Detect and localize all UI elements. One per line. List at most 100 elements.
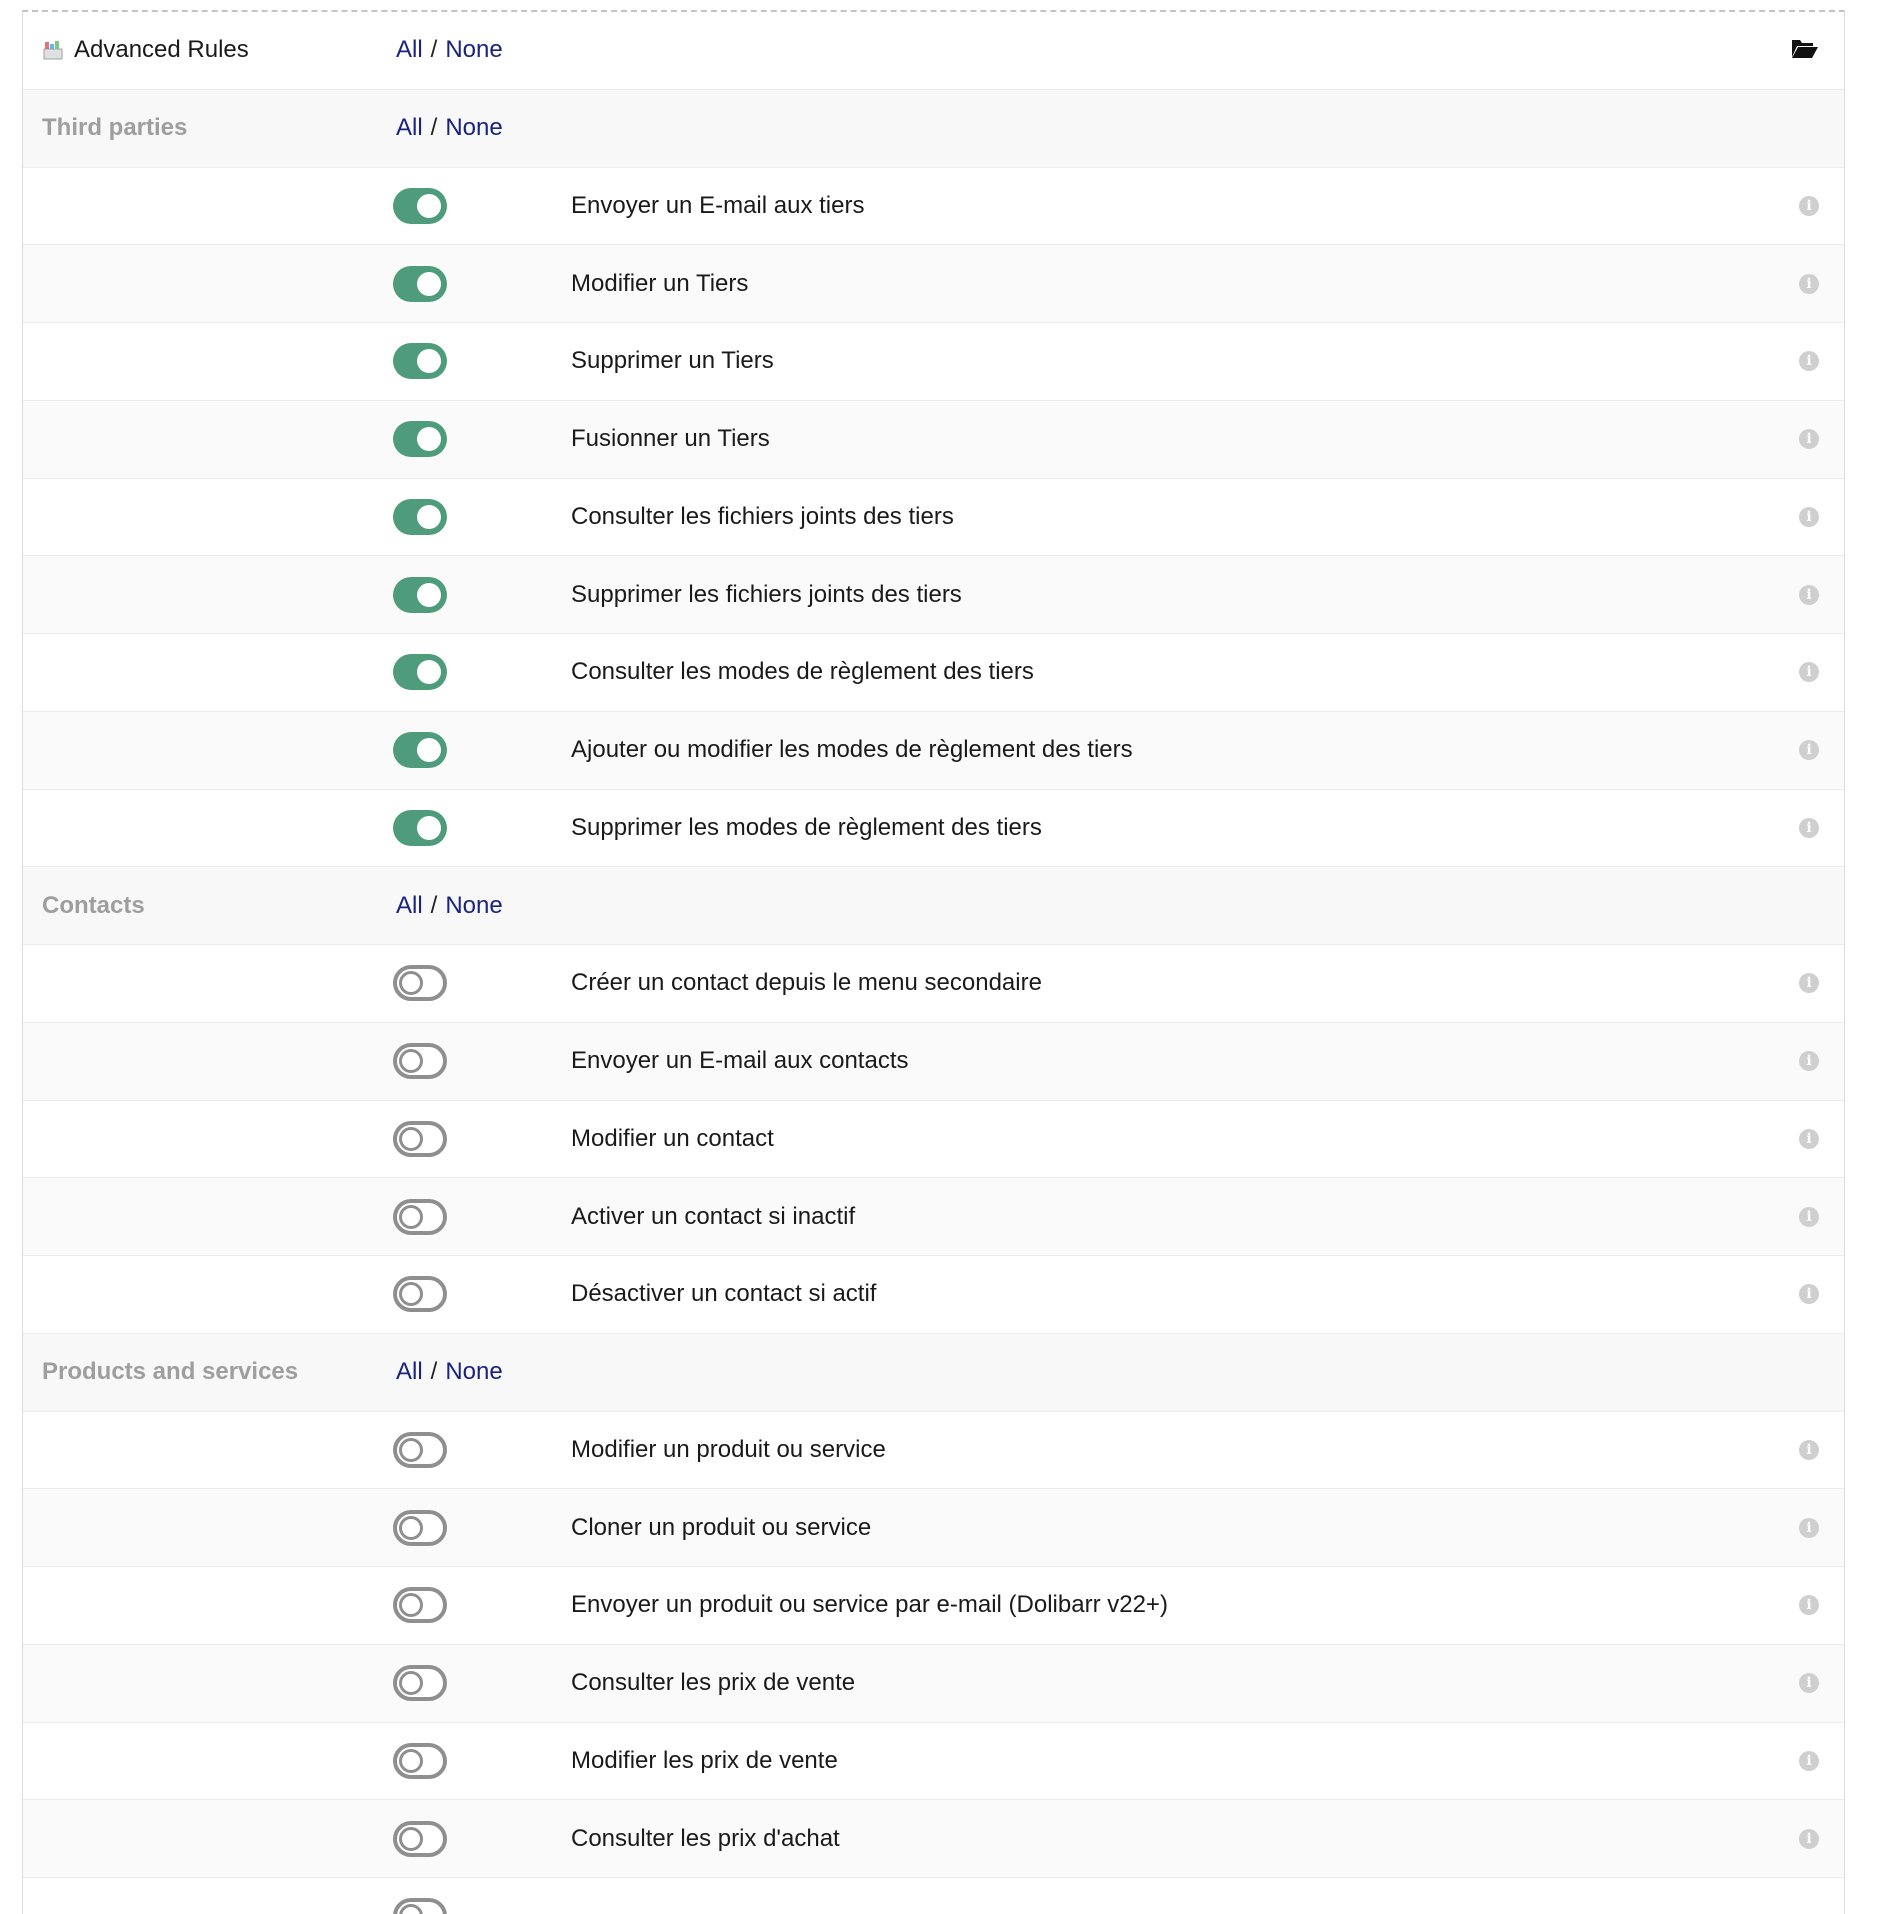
rule-info-cell: i [1799,168,1819,245]
all-none-separator: / [430,36,438,64]
rule-info-cell: i [1799,556,1819,633]
all-none-separator: / [430,114,438,142]
rule-info-cell: i [1799,1178,1819,1255]
group-select-none-link[interactable]: None [445,114,502,142]
rule-label: Supprimer un Tiers [571,347,774,375]
header-title-cell: Advanced Rules [42,12,249,89]
all-none-separator: / [430,891,438,919]
rule-toggle-switch[interactable] [393,498,447,535]
group-select-all-link[interactable]: All [396,1358,423,1386]
info-icon[interactable]: i [1799,195,1819,216]
rule-toggle-switch[interactable] [393,1665,447,1702]
folder-open-icon[interactable] [1791,37,1819,64]
info-icon[interactable]: i [1799,740,1819,761]
group-title-cell: Contacts [42,867,145,944]
info-icon[interactable]: i [1799,1595,1819,1616]
group-select-all-link[interactable]: All [396,114,423,142]
rule-label-cell: Envoyer un produit ou service par e-mail… [571,1567,1168,1644]
select-all-link[interactable]: All [396,36,423,64]
info-icon[interactable]: i [1799,1517,1819,1538]
rule-label: Consulter les modes de règlement des tie… [571,658,1034,686]
info-icon[interactable]: i [1799,1828,1819,1849]
rule-toggle-switch[interactable] [393,1587,447,1624]
info-icon[interactable]: i [1799,584,1819,605]
rule-label-cell: Fusionner un Tiers [571,401,770,478]
rule-label: Supprimer les fichiers joints des tiers [571,580,962,608]
rule-toggle-switch[interactable] [393,187,447,224]
rule-label-cell: Créer un contact depuis le menu secondai… [571,945,1042,1022]
rule-toggle-switch[interactable] [393,1898,447,1914]
info-icon[interactable]: i [1799,1673,1819,1694]
group-title-cell: Products and services [42,1334,298,1411]
group-select-all-link[interactable]: All [396,892,423,920]
all-none-separator: / [430,1358,438,1386]
info-icon[interactable]: i [1799,1206,1819,1227]
rule-info-cell: i [1799,1723,1819,1800]
rule-label-cell: Désactiver un contact si actif [571,1256,876,1333]
rule-toggle-switch[interactable] [393,1431,447,1468]
rule-toggle-switch[interactable] [393,576,447,613]
rule-label-cell: Modifier un Tiers [571,245,748,322]
info-icon[interactable]: i [1799,1051,1819,1072]
rule-label-cell: Envoyer un E-mail aux contacts [571,1023,909,1100]
rule-switch-cell [393,945,447,1022]
rule-label: Envoyer un E-mail aux contacts [571,1047,909,1075]
info-icon[interactable]: i [1799,429,1819,450]
rule-info-cell: i [1799,1567,1819,1644]
rule-label: Désactiver un contact si actif [571,1280,877,1308]
rule-row: Envoyer un E-mail aux tiers i [23,168,1844,246]
info-icon[interactable]: i [1799,351,1819,372]
rule-toggle-switch[interactable] [393,1509,447,1546]
group-select-none-link[interactable]: None [445,892,502,920]
rule-label: Cloner un produit ou service [571,1513,872,1541]
rule-label: Modifier un Tiers [571,269,749,297]
rule-switch-cell [393,1412,447,1489]
rule-info-cell: i [1799,479,1819,556]
info-icon[interactable]: i [1799,662,1819,683]
rule-row: Ajouter ou modifier les modes de règleme… [23,711,1844,790]
rule-toggle-switch[interactable] [393,1742,447,1779]
info-icon[interactable]: i [1799,1750,1819,1771]
info-icon[interactable]: i [1799,973,1819,994]
info-icon[interactable]: i [1799,273,1819,294]
group-title: Third parties [42,114,188,142]
rule-label: Modifier les prix de vente [571,1746,838,1774]
rule-toggle-switch[interactable] [393,1120,447,1157]
select-none-link[interactable]: None [445,36,502,64]
rule-toggle-switch[interactable] [393,421,447,458]
rule-row: Modifier un contact i [23,1101,1844,1179]
rule-toggle-switch[interactable] [393,654,447,691]
rule-label-cell: Supprimer un Tiers [571,323,774,400]
rule-switch-cell [393,245,447,322]
rule-label: Envoyer un produit ou service par e-mail… [571,1591,1168,1619]
rule-row: Consulter les modes de règlement des tie… [23,634,1844,712]
rule-row: Consulter les prix d'achat i [23,1800,1844,1878]
rule-info-cell: i [1799,1489,1819,1566]
rule-info-cell: i [1799,401,1819,478]
rule-label-cell: Modifier un contact [571,1101,774,1178]
rule-toggle-switch[interactable] [393,965,447,1002]
info-icon[interactable]: i [1799,1439,1819,1460]
rule-info-cell: i [1799,790,1819,867]
rule-toggle-switch[interactable] [393,1198,447,1235]
group-all-none: All / None [396,1334,503,1411]
group-select-none-link[interactable]: None [445,1358,502,1386]
rule-row: Consulter les prix de vente i [23,1644,1844,1723]
rule-toggle-switch[interactable] [393,809,447,846]
rule-toggle-switch[interactable] [393,1276,447,1313]
rule-groups: Third parties All / None Envoyer un E-mail a… [23,89,1844,1914]
rule-label-cell: Supprimer les modes de règlement des tie… [571,790,1042,867]
info-icon[interactable]: i [1799,1128,1819,1149]
rule-toggle-switch[interactable] [393,1820,447,1857]
rule-row [23,1878,1844,1914]
rule-info-cell: i [1799,1645,1819,1722]
info-icon[interactable]: i [1799,1284,1819,1305]
rule-toggle-switch[interactable] [393,1043,447,1080]
rule-toggle-switch[interactable] [393,732,447,769]
rule-toggle-switch[interactable] [393,343,447,380]
info-icon[interactable]: i [1799,817,1819,838]
rule-info-cell: i [1799,634,1819,711]
rule-label: Fusionner un Tiers [571,425,770,453]
rule-toggle-switch[interactable] [393,265,447,302]
info-icon[interactable]: i [1799,506,1819,527]
